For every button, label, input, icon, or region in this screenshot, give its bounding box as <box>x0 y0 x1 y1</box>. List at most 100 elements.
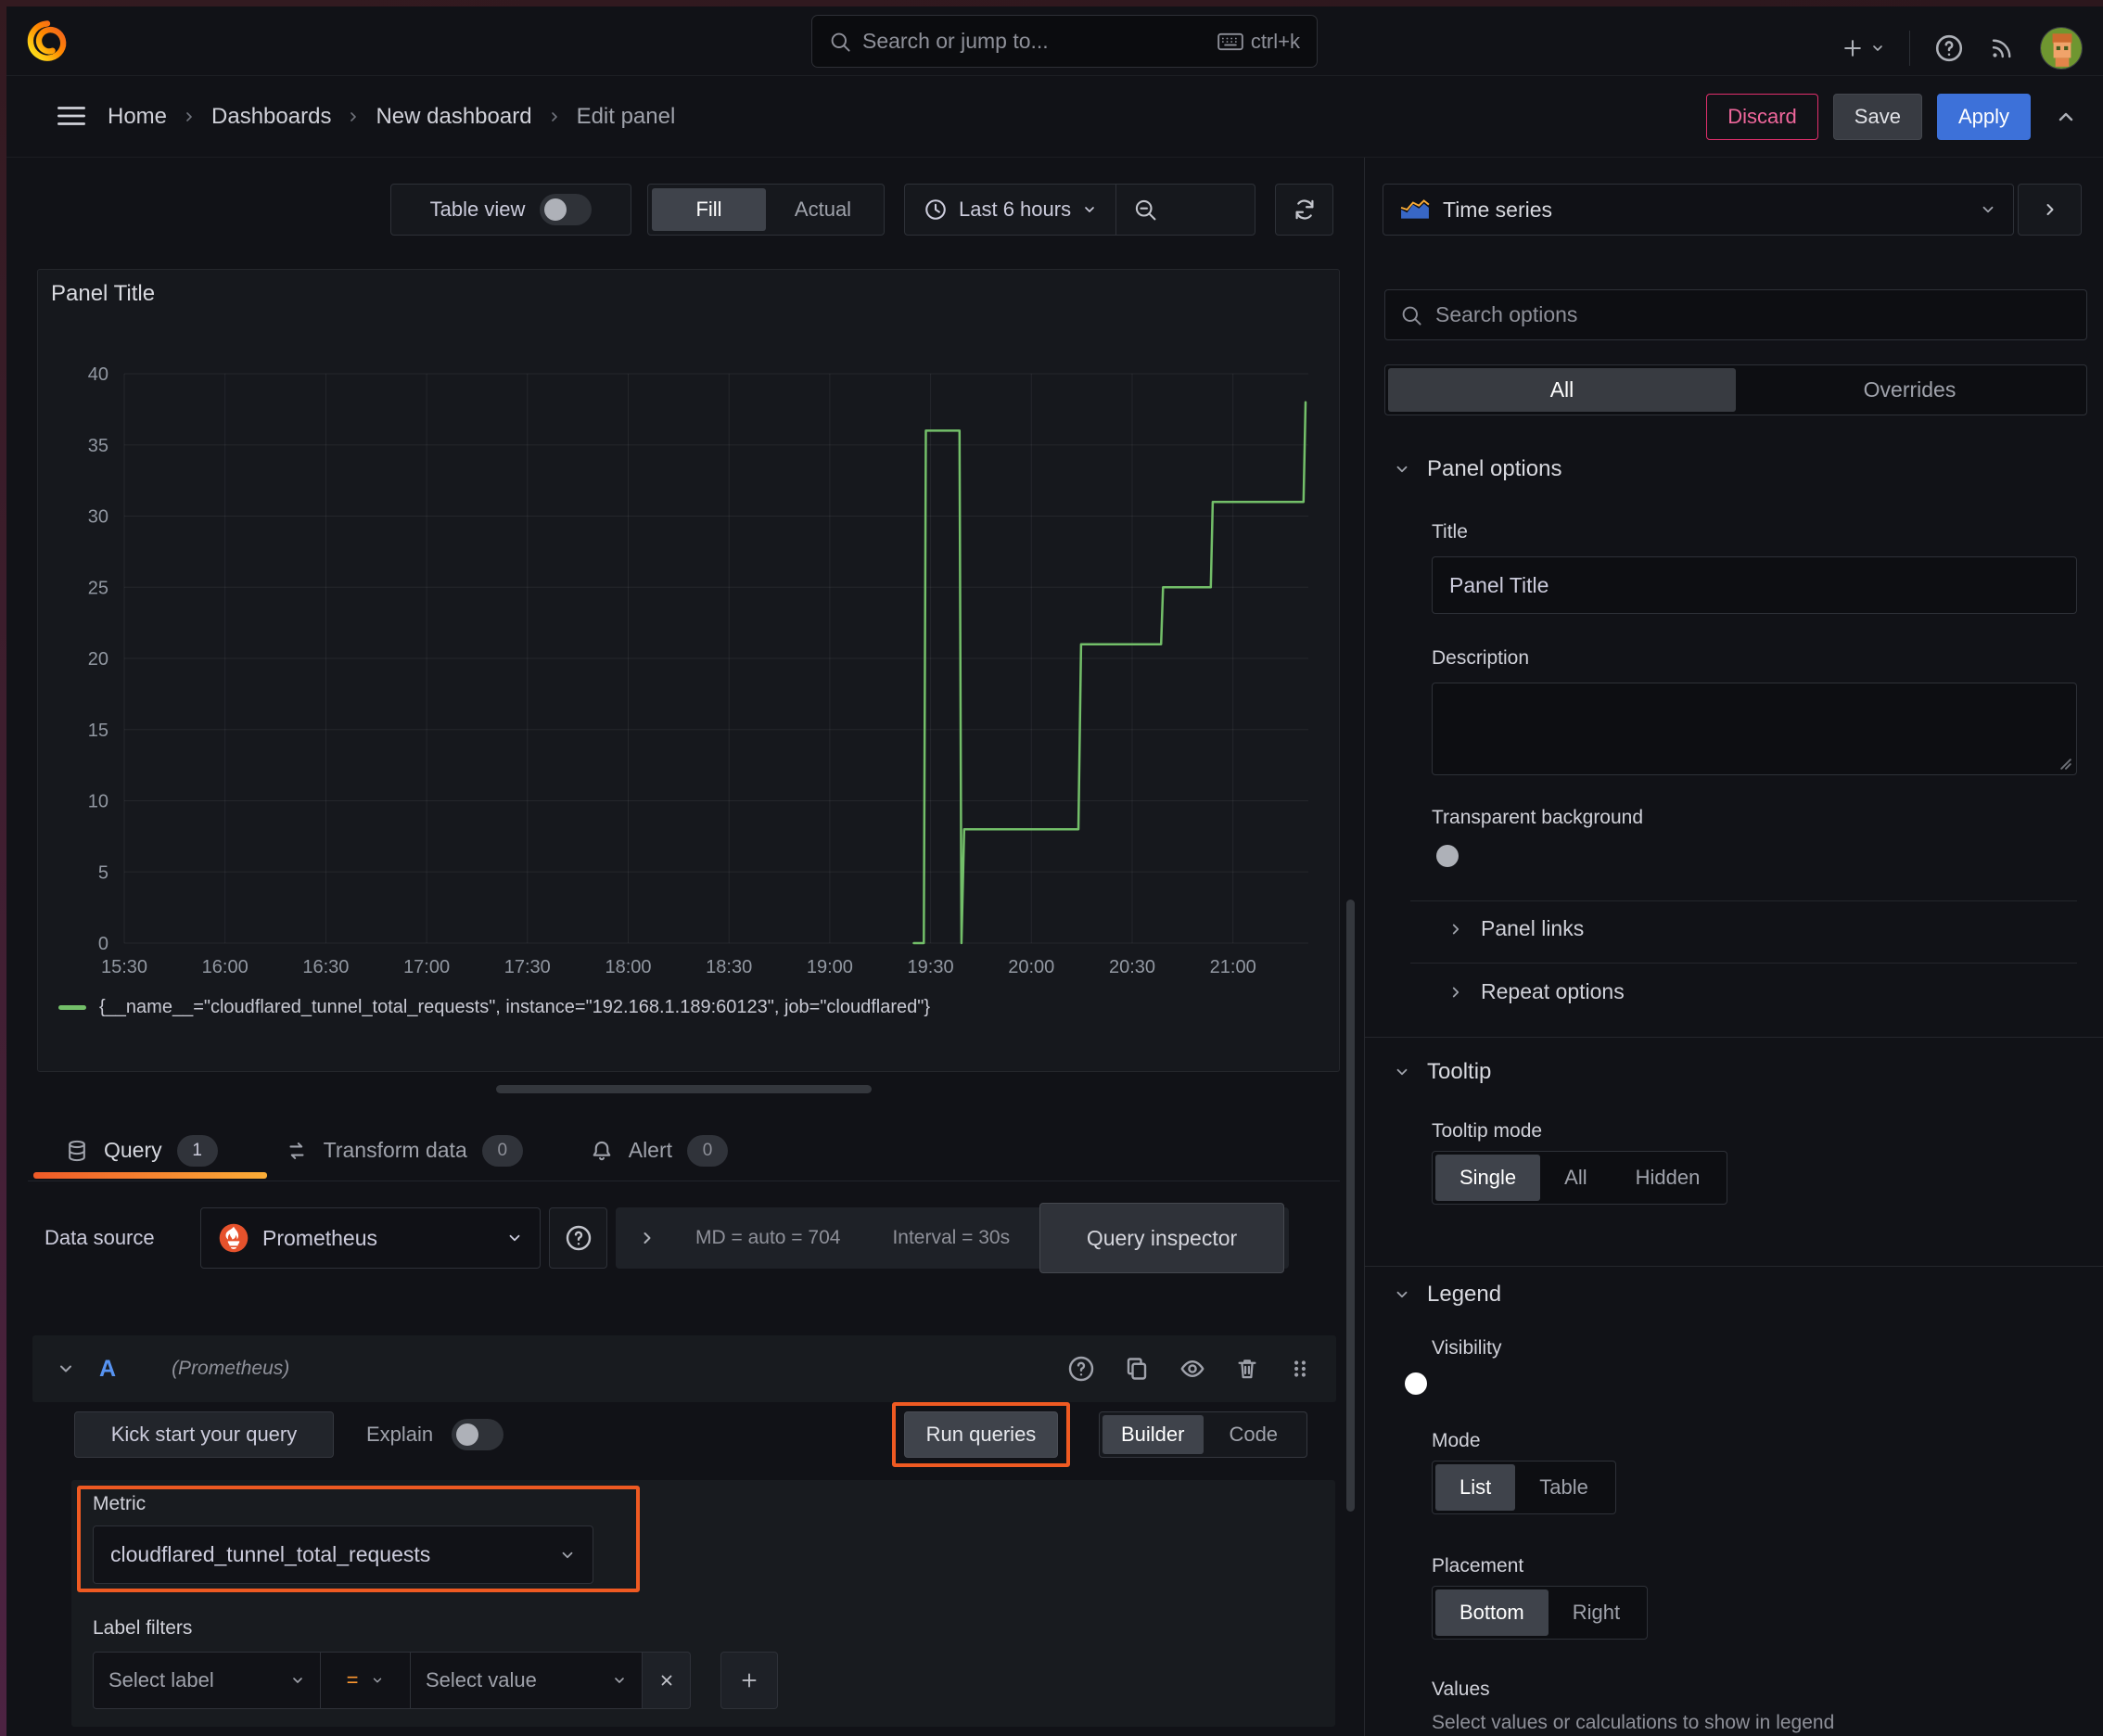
placement-right-option[interactable]: Right <box>1549 1589 1644 1636</box>
panel-title-input[interactable] <box>1432 556 2077 614</box>
menu-icon[interactable] <box>54 100 89 132</box>
query-datasource-hint: (Prometheus) <box>172 1358 290 1379</box>
legend-series-swatch[interactable] <box>58 1005 86 1010</box>
tab-overrides[interactable]: Overrides <box>1736 368 2084 412</box>
legend-series-label[interactable]: {__name__="cloudflared_tunnel_total_requ… <box>99 997 930 1018</box>
chevron-down-icon <box>1085 207 1094 212</box>
chevron-down-icon <box>1873 45 1882 51</box>
legend-table-option[interactable]: Table <box>1515 1464 1612 1511</box>
tab-transform[interactable]: Transform data 0 <box>285 1134 523 1167</box>
tooltip-section-header[interactable]: Tooltip <box>1394 1059 1491 1085</box>
news-button[interactable] <box>1988 34 2016 62</box>
breadcrumb-dashboards[interactable]: Dashboards <box>211 104 331 130</box>
explain-toggle[interactable] <box>452 1419 504 1450</box>
drag-handle[interactable] <box>1288 1355 1312 1383</box>
search-minus-icon <box>1135 199 1156 221</box>
time-range-picker[interactable]: Last 6 hours <box>905 185 1115 235</box>
tab-all[interactable]: All <box>1388 368 1736 412</box>
plus-icon <box>1844 39 1861 57</box>
chevron-down-icon[interactable] <box>57 1359 75 1378</box>
toggle-query-visibility-button[interactable] <box>1179 1355 1206 1383</box>
apply-button[interactable]: Apply <box>1936 94 2031 140</box>
refresh-button[interactable] <box>1275 184 1333 236</box>
code-option[interactable]: Code <box>1204 1415 1305 1454</box>
operator-dropdown[interactable]: = <box>321 1652 411 1709</box>
select-label-dropdown[interactable]: Select label <box>93 1652 321 1709</box>
refresh-icon <box>1294 199 1314 220</box>
help-button[interactable] <box>1934 33 1964 63</box>
tooltip-single-option[interactable]: Single <box>1435 1155 1541 1201</box>
placement-bottom-option[interactable]: Bottom <box>1435 1589 1549 1636</box>
operator-value: = <box>346 1668 359 1691</box>
series-line[interactable] <box>912 401 1307 945</box>
global-search-input[interactable] <box>862 29 1206 54</box>
breadcrumb-bar: Home Dashboards New dashboard Edit panel… <box>0 76 2103 158</box>
panel-description-input[interactable] <box>1432 683 2077 775</box>
query-inspector-button[interactable]: Query inspector <box>1039 1203 1284 1273</box>
remove-filter-button[interactable] <box>643 1652 691 1709</box>
tab-alert[interactable]: Alert 0 <box>590 1134 729 1167</box>
section-divider <box>1365 1037 2103 1038</box>
vertical-scrollbar[interactable] <box>1346 900 1355 1512</box>
zoom-out-time-button[interactable] <box>1115 185 1173 235</box>
tooltip-all-option[interactable]: All <box>1540 1155 1611 1201</box>
run-queries-button[interactable]: Run queries <box>904 1411 1058 1458</box>
shortcut-hint: ctrl+k <box>1217 30 1300 54</box>
tab-alert-label: Alert <box>628 1138 673 1162</box>
breadcrumb-home[interactable]: Home <box>108 104 167 130</box>
add-filter-button[interactable] <box>720 1652 778 1709</box>
time-series-chart[interactable]: 0 5 10 15 20 25 30 35 40 15:30 16:00 16:30 17:00 17:3… <box>38 270 1339 1071</box>
avatar[interactable] <box>2040 26 2083 70</box>
divider <box>1410 963 2077 964</box>
chevron-right-icon[interactable] <box>638 1229 656 1247</box>
panel-options-section-header[interactable]: Panel options <box>1394 456 1561 482</box>
x-tick-label: 19:00 <box>807 957 853 977</box>
select-value-dropdown[interactable]: Select value <box>411 1652 643 1709</box>
discard-button[interactable]: Discard <box>1706 94 1818 140</box>
toggle-viz-picker-button[interactable] <box>2018 184 2082 236</box>
clock-icon <box>925 199 946 220</box>
tab-query[interactable]: Query 1 <box>65 1134 218 1167</box>
repeat-options-section[interactable]: Repeat options <box>1447 979 1625 1004</box>
label-filters-label: Label filters <box>93 1617 193 1639</box>
fill-option[interactable]: Fill <box>652 188 766 231</box>
global-search[interactable]: ctrl+k <box>811 15 1318 68</box>
table-view-label: Table view <box>429 198 526 221</box>
resize-handle-icon[interactable] <box>2060 759 2071 770</box>
kick-start-query-button[interactable]: Kick start your query <box>74 1411 334 1458</box>
metric-select[interactable]: cloudflared_tunnel_total_requests <box>93 1525 593 1584</box>
breadcrumb-edit-panel: Edit panel <box>576 104 676 129</box>
datasource-help-button[interactable] <box>549 1207 607 1269</box>
tooltip-hidden-option[interactable]: Hidden <box>1612 1155 1725 1201</box>
datasource-select[interactable]: Prometheus <box>200 1207 541 1269</box>
save-button[interactable]: Save <box>1832 94 1922 140</box>
duplicate-query-button[interactable] <box>1123 1355 1151 1383</box>
x-tick-label: 18:30 <box>706 957 752 977</box>
collapse-options-button[interactable] <box>2055 106 2077 128</box>
legend-section-header[interactable]: Legend <box>1394 1282 1501 1308</box>
actual-option[interactable]: Actual <box>766 188 880 231</box>
bell-icon <box>593 1141 611 1160</box>
options-search-input[interactable] <box>1435 302 2071 327</box>
tooltip-mode-segmented: Single All Hidden <box>1432 1151 1728 1205</box>
options-search[interactable] <box>1384 289 2087 340</box>
table-view-toggle[interactable] <box>540 194 593 225</box>
horizontal-resize-handle[interactable] <box>496 1085 872 1093</box>
grafana-logo-icon[interactable] <box>26 19 69 64</box>
title-field-label: Title <box>1432 521 1468 542</box>
breadcrumb-new-dashboard[interactable]: New dashboard <box>376 104 531 130</box>
panel-links-section[interactable]: Panel links <box>1447 916 1584 941</box>
chevron-down-icon <box>293 1678 302 1683</box>
query-ref-id[interactable]: A <box>99 1356 116 1383</box>
query-help-button[interactable] <box>1067 1355 1095 1383</box>
visualization-picker[interactable]: Time series <box>1383 184 2014 236</box>
delete-query-button[interactable] <box>1234 1355 1260 1383</box>
query-row-header[interactable]: A (Prometheus) <box>32 1335 1336 1402</box>
max-data-points-stat: MD = auto = 704 <box>695 1227 841 1248</box>
new-button[interactable] <box>1841 36 1885 60</box>
x-tick-label: 16:00 <box>202 957 249 977</box>
builder-option[interactable]: Builder <box>1102 1415 1204 1454</box>
legend-list-option[interactable]: List <box>1435 1464 1516 1511</box>
chevron-right-icon <box>1452 987 1459 997</box>
chevron-right-icon <box>2046 204 2053 215</box>
